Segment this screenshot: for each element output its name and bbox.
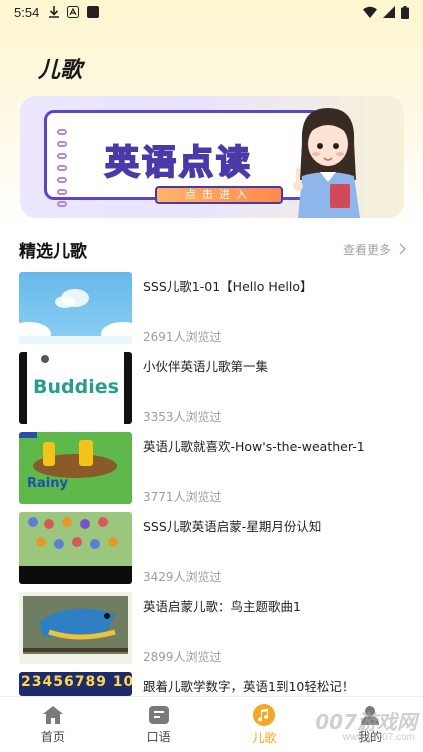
song-views: 3353人浏览过 [143,410,222,424]
list-item[interactable]: Buddies 小伙伴英语儿歌第一集 3353人浏览过 [19,352,409,432]
status-time: 5:54 [14,4,40,20]
song-title[interactable]: SSS儿歌英语启蒙-星期月份认知 [143,516,413,535]
section-header: 精选儿歌 查看更多 [19,238,407,262]
song-views: 3429人浏览过 [143,570,222,584]
song-title[interactable]: 跟着儿歌学数字，英语1到10轻松记！ [143,676,413,695]
signal-icon [383,6,395,18]
song-title[interactable]: SSS儿歌1-01【Hello Hello】 [143,276,413,295]
english-reading-banner[interactable]: 英语点读 点击进入 [20,96,404,218]
nav-label: 首页 [40,729,65,744]
song-title[interactable]: 英语启蒙儿歌：鸟主题歌曲1 [143,596,413,615]
song-thumbnail[interactable]: Rainy [19,432,132,504]
rainy-scene-image [19,432,117,478]
banner-headline: 英语点读 [104,142,253,184]
see-more-link[interactable]: 查看更多 [343,241,407,258]
thumb-text-buddies: Buddies [33,376,119,398]
nav-item-home[interactable]: 首页 [0,697,106,752]
nav-label: 口语 [146,729,171,744]
girl-illustration [293,108,360,218]
song-list: SSS儿歌1-01【Hello Hello】 2691人浏览过 Buddies … [19,272,409,752]
download-icon [49,6,60,18]
song-thumbnail[interactable]: Buddies [19,352,132,424]
song-views: 3771人浏览过 [143,490,222,504]
chevron-right-icon [399,243,407,255]
thumb-text-numbers: 23456789 10 [21,674,132,690]
thumb-text-rainy: Rainy [27,476,68,491]
banner-card: 英语点读 点击进入 [44,110,322,207]
speech-icon [148,705,169,724]
list-item[interactable]: 英语启蒙儿歌：鸟主题歌曲1 2899人浏览过 [19,592,409,672]
song-title[interactable]: 小伙伴英语儿歌第一集 [143,356,413,375]
banner-enter-button[interactable]: 点击进入 [155,186,283,204]
wifi-icon [363,6,377,18]
song-thumbnail[interactable] [19,592,132,664]
parrot-image [23,596,128,654]
cloud-sky-image [19,289,132,344]
music-note-icon [253,703,276,726]
nav-item-songs[interactable]: 儿歌 [212,697,318,752]
list-item[interactable]: Rainy 英语儿歌就喜欢-How's-the-weather-1 3771人浏… [19,432,409,512]
song-thumbnail[interactable]: 23456789 10 [19,672,132,696]
site-watermark: 007游戏网 [315,710,417,734]
song-title[interactable]: 英语儿歌就喜欢-How's-the-weather-1 [143,436,413,455]
song-thumbnail[interactable] [19,272,132,344]
list-item[interactable]: SSS儿歌1-01【Hello Hello】 2691人浏览过 [19,272,409,352]
nav-label: 儿歌 [252,730,277,745]
home-icon [42,705,63,724]
song-thumbnail[interactable] [19,512,132,584]
app-square-icon [87,6,100,18]
nav-item-speaking[interactable]: 口语 [106,697,212,752]
see-more-label: 查看更多 [342,242,391,257]
notebook-rings [57,129,67,207]
list-item[interactable]: SSS儿歌英语启蒙-星期月份认知 3429人浏览过 [19,512,409,592]
section-title: 精选儿歌 [19,241,87,262]
status-bar: 5:54 [0,0,423,24]
font-icon [67,6,80,18]
calendar-characters-image [19,517,132,584]
site-watermark-url: www.yx007.com [342,732,415,743]
page-title: 儿歌 [38,58,83,83]
battery-icon [401,5,409,19]
song-views: 2899人浏览过 [143,650,222,664]
song-views: 2691人浏览过 [143,330,222,344]
